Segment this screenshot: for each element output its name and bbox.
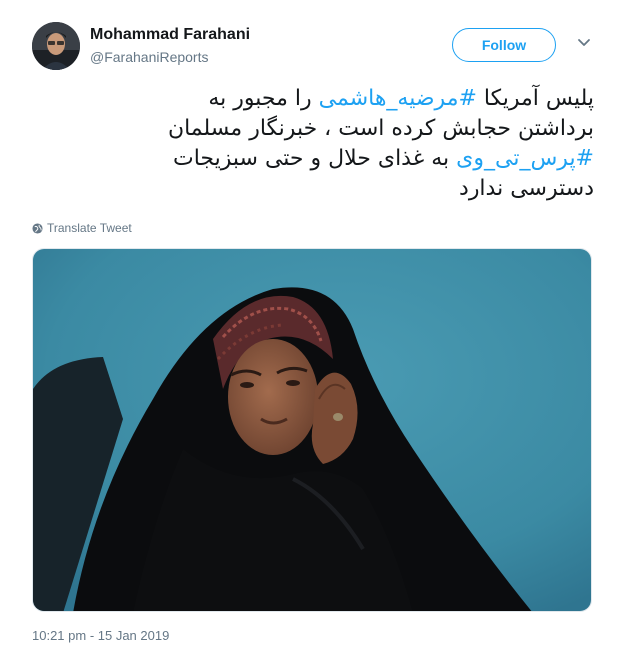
author-name[interactable]: Mohammad Farahani (90, 26, 250, 44)
translate-tweet-link[interactable]: Translate Tweet (32, 221, 132, 235)
globe-icon (32, 222, 43, 234)
tweet-line-4: دسترسی ندارد (459, 176, 594, 201)
translate-label: Translate Tweet (47, 221, 132, 235)
tweet-card: Mohammad Farahani @FarahaniReports Follo… (0, 0, 628, 650)
tweet-text-segment: را مجبور به (208, 86, 319, 111)
tweet-text-segment: به غذای حلال و حتی سبزیجات (173, 146, 457, 171)
tweet-text-segment: پلیس آمریکا (476, 86, 594, 111)
avatar-image (32, 22, 80, 70)
author-handle[interactable]: @FarahaniReports (90, 49, 209, 65)
tweet-header: Mohammad Farahani @FarahaniReports Follo… (32, 22, 598, 72)
tweet-line-2: برداشتن حجابش کرده است ، خبرنگار مسلمان (167, 116, 594, 141)
tweet-photo[interactable] (32, 248, 592, 612)
chevron-down-icon[interactable] (576, 36, 592, 50)
tweet-line-1: پلیس آمریکا #مرضیه_هاشمی را مجبور به (34, 84, 594, 114)
tweet-line-3: #پرس_تی_وی به غذای حلال و حتی سبزیجات (34, 144, 594, 174)
hashtag-link[interactable]: #پرس_تی_وی (456, 146, 594, 171)
author-avatar[interactable] (32, 22, 80, 70)
hashtag-link[interactable]: #مرضیه_هاشمی (319, 86, 477, 111)
tweet-text: پلیس آمریکا #مرضیه_هاشمی را مجبور به برد… (34, 84, 594, 204)
follow-button[interactable]: Follow (452, 28, 556, 62)
tweet-timestamp[interactable]: 10:21 pm - 15 Jan 2019 (32, 628, 169, 643)
photo-image (33, 249, 591, 611)
